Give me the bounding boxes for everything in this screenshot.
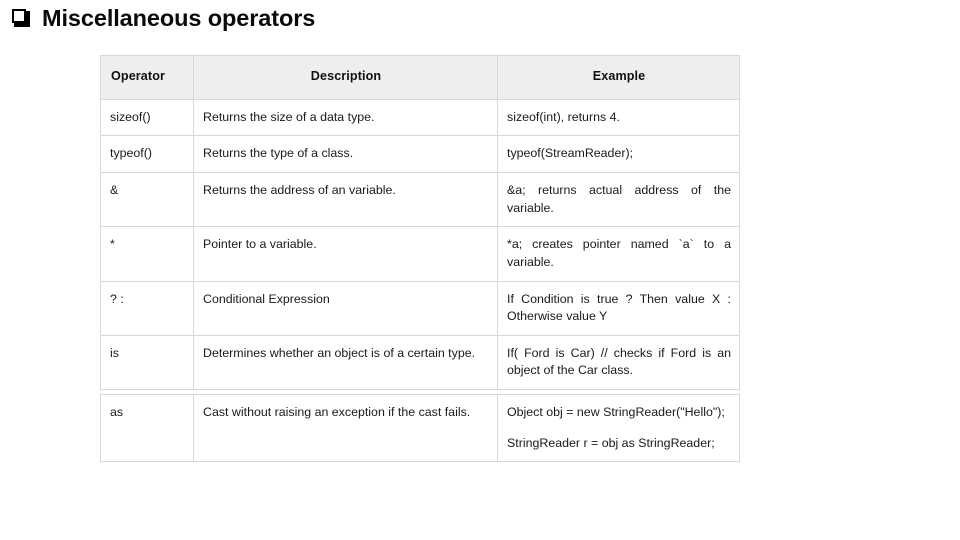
cell-example-line-2: StringReader r = obj as StringReader;: [507, 435, 715, 450]
cell-operator: *: [100, 226, 194, 282]
cell-description: Determines whether an object is of a cer…: [193, 334, 498, 390]
cell-operator: as: [100, 393, 194, 463]
cell-example: If( Ford is Car) // checks if Ford is an…: [497, 334, 740, 390]
cell-example: sizeof(int), returns 4.: [497, 98, 740, 137]
column-header-description: Description: [193, 55, 498, 100]
cell-description: Returns the size of a data type.: [193, 98, 498, 137]
cell-operator: is: [100, 334, 194, 390]
operators-table-main: Operator Description Example sizeof() Re…: [100, 55, 740, 390]
table-header: Operator Description Example: [100, 55, 740, 100]
table-body-continuation: as Cast without raising an exception if …: [100, 393, 740, 463]
table-row: & Returns the address of an variable. &a…: [100, 172, 740, 228]
table-row: ? : Conditional Expression If Condition …: [100, 280, 740, 336]
cell-example: If Condition is true ? Then value X : Ot…: [497, 280, 740, 336]
slide-canvas: Miscellaneous operators Operator Descrip…: [0, 0, 960, 540]
cell-operator: ? :: [100, 280, 194, 336]
cell-example: typeof(StreamReader);: [497, 135, 740, 174]
table-header-row: Operator Description Example: [100, 55, 740, 100]
table-row: * Pointer to a variable. *a; creates poi…: [100, 226, 740, 282]
table-row: is Determines whether an object is of a …: [100, 334, 740, 390]
cell-example-line-1: Object obj = new StringReader("Hello");: [507, 404, 725, 419]
cell-operator: sizeof(): [100, 98, 194, 137]
cell-example: *a; creates pointer named `a` to a varia…: [497, 226, 740, 282]
table-row: typeof() Returns the type of a class. ty…: [100, 135, 740, 174]
cell-description: Returns the address of an variable.: [193, 172, 498, 228]
operators-table-continuation: as Cast without raising an exception if …: [100, 393, 740, 463]
cell-description: Pointer to a variable.: [193, 226, 498, 282]
hollow-square-bullet-icon: [12, 9, 31, 28]
cell-example: &a; returns actual address of the variab…: [497, 172, 740, 228]
cell-description: Conditional Expression: [193, 280, 498, 336]
table-row: as Cast without raising an exception if …: [100, 393, 740, 463]
page-title: Miscellaneous operators: [42, 5, 316, 31]
table-body: sizeof() Returns the size of a data type…: [100, 98, 740, 390]
slide-title-row: Miscellaneous operators: [12, 5, 316, 31]
operators-table-container: Operator Description Example sizeof() Re…: [100, 55, 740, 463]
cell-description: Returns the type of a class.: [193, 135, 498, 174]
cell-description: Cast without raising an exception if the…: [193, 393, 498, 463]
column-header-example: Example: [497, 55, 740, 100]
cell-operator: typeof(): [100, 135, 194, 174]
column-header-operator: Operator: [100, 55, 194, 100]
cell-operator: &: [100, 172, 194, 228]
table-row: sizeof() Returns the size of a data type…: [100, 98, 740, 137]
cell-example: Object obj = new StringReader("Hello"); …: [497, 393, 740, 463]
